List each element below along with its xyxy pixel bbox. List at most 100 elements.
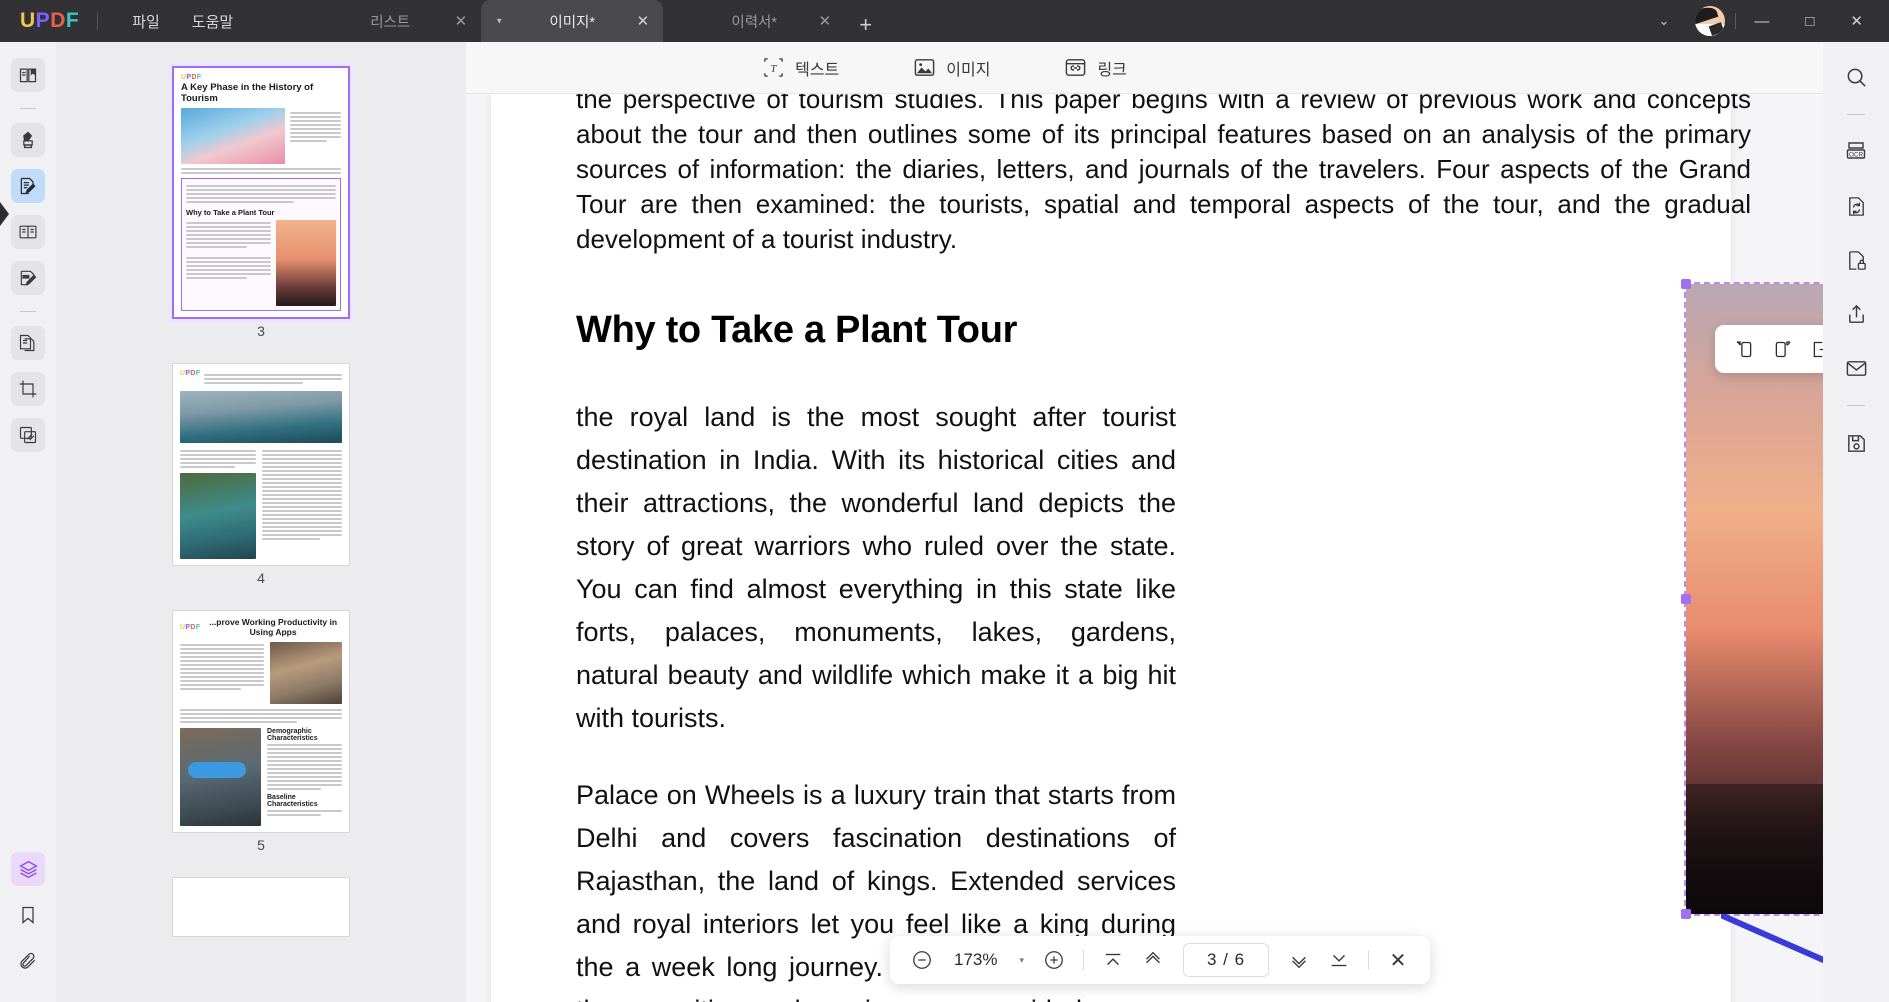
page-organize-icon[interactable] (11, 215, 45, 249)
left-tool-rail (0, 42, 56, 1002)
thumb-logo: UPDF (180, 623, 201, 631)
thumb-subtitle-2: Baseline Characteristics (267, 794, 318, 808)
share-icon[interactable] (1837, 295, 1875, 333)
next-page-button[interactable] (1281, 942, 1317, 978)
bottom-divider (1083, 950, 1085, 970)
image-foreground (1686, 784, 1823, 914)
batch-process-icon[interactable] (11, 418, 45, 452)
protect-icon[interactable] (1837, 241, 1875, 279)
close-navbar-button[interactable]: ✕ (1380, 942, 1416, 978)
close-button[interactable]: ✕ (1832, 2, 1881, 40)
tool-image[interactable]: 이미지 (901, 50, 1002, 86)
tab-list[interactable]: 리스트 ✕ (299, 0, 481, 42)
page-navigation-bar[interactable]: 173% ▾ 3 / 6 ✕ (890, 936, 1431, 984)
app-logo: UPDF (20, 9, 80, 32)
annotate-highlighter-icon[interactable] (11, 123, 45, 157)
thumb-photo-eiffel (276, 220, 336, 306)
tab-close-icon[interactable]: ✕ (637, 12, 650, 30)
right-tool-rail: OCR (1823, 42, 1889, 1002)
bookmark-icon[interactable] (11, 898, 45, 932)
tab-overflow-chevron-icon[interactable]: ⌄ (1642, 5, 1685, 37)
bottom-divider-2 (1368, 950, 1370, 970)
zoom-out-button[interactable] (904, 942, 940, 978)
maximize-button[interactable]: □ (1787, 3, 1832, 40)
thumbnail-page-5[interactable]: UPDF ...prove Working Productivity in Us… (172, 610, 350, 833)
rotate-clockwise-button[interactable] (1765, 332, 1799, 366)
zoom-level-label[interactable]: 173% (944, 950, 1007, 970)
text-column: the royal land is the most sought after … (576, 396, 1176, 1002)
thumbnail-page-3[interactable]: UPDF A Key Phase in the History of Touri… (172, 66, 350, 319)
chevron-down-icon[interactable]: ▼ (495, 17, 503, 26)
thumb-photo-office (270, 642, 342, 704)
extract-image-button[interactable] (1803, 332, 1823, 366)
first-page-button[interactable] (1095, 942, 1131, 978)
thumb-photo-cuba (181, 108, 285, 164)
thumb-logo: UPDF (180, 370, 201, 377)
avatar[interactable] (1695, 6, 1726, 36)
reader-mode-icon[interactable] (11, 58, 45, 92)
crop-page-icon[interactable] (11, 372, 45, 406)
tab-strip: 리스트 ✕ ▼ 이미지* ✕ 이력서* ✕ + (299, 0, 872, 42)
tab-list-label: 리스트 (370, 14, 411, 31)
email-icon[interactable] (1837, 349, 1875, 387)
resize-handle-middle-left[interactable] (1681, 594, 1691, 604)
rail-divider (1847, 114, 1865, 115)
thumbnail-page-4[interactable]: UPDF (172, 363, 350, 566)
zoom-dropdown-chevron-icon[interactable]: ▾ (1011, 955, 1032, 966)
attachment-icon[interactable] (11, 944, 45, 978)
menu-file[interactable]: 파일 (116, 5, 176, 38)
tab-resume[interactable]: 이력서* ✕ (663, 0, 845, 42)
prev-page-button[interactable] (1135, 942, 1171, 978)
intro-paragraph[interactable]: the perspective of tourism studies. This… (576, 94, 1751, 257)
page-thumbnail-panel[interactable]: UPDF A Key Phase in the History of Touri… (56, 42, 466, 1002)
tab-close-icon[interactable]: ✕ (819, 12, 832, 30)
rail-divider-2 (20, 311, 36, 312)
thumb-subtitle: Why to Take a Plant Tour (186, 208, 275, 217)
link-icon (1064, 56, 1087, 79)
convert-icon[interactable] (1837, 187, 1875, 225)
panel-collapse-arrow-icon[interactable] (0, 202, 9, 226)
rotate-counterclockwise-button[interactable] (1727, 332, 1761, 366)
resize-handle-bottom-left[interactable] (1681, 909, 1691, 919)
image-icon (913, 56, 936, 79)
new-tab-button[interactable]: + (859, 12, 872, 38)
zoom-in-button[interactable] (1036, 942, 1072, 978)
thumbnail-page-number: 4 (257, 570, 265, 586)
thumb-title: ...prove Working Productivity in Using A… (209, 617, 338, 637)
body-paragraph-1[interactable]: the royal land is the most sought after … (576, 396, 1176, 740)
minimize-button[interactable]: — (1736, 3, 1787, 40)
image-float-toolbar[interactable]: w 231 h 284 (1715, 325, 1823, 373)
thumb-logo: UPDF (181, 74, 202, 81)
save-icon[interactable] (1837, 424, 1875, 462)
form-fill-icon[interactable] (11, 261, 45, 295)
edit-pdf-icon[interactable] (11, 169, 45, 203)
thumbnail-page-6[interactable] (172, 877, 350, 937)
compare-docs-icon[interactable] (11, 326, 45, 360)
pdf-page[interactable]: the perspective of tourism studies. This… (491, 94, 1823, 1002)
ocr-icon[interactable]: OCR (1837, 133, 1875, 171)
page-indicator[interactable]: 3 / 6 (1183, 943, 1270, 977)
thumbnail-page-number: 3 (257, 323, 265, 339)
thumb-photo-river (180, 473, 257, 559)
tool-link[interactable]: 링크 (1052, 50, 1138, 86)
tab-close-icon[interactable]: ✕ (455, 12, 468, 30)
menu-help[interactable]: 도움말 (176, 5, 249, 38)
logo-divider (97, 12, 99, 30)
tab-image-label: 이미지* (549, 14, 596, 31)
search-icon[interactable] (1837, 58, 1875, 96)
tool-text[interactable]: T 텍스트 (750, 50, 851, 86)
updf-window: UPDF 파일 도움말 리스트 ✕ ▼ 이미지* ✕ 이력서* ✕ + ⌄ — … (0, 0, 1889, 1002)
selected-image[interactable] (1681, 279, 1823, 919)
page-heading[interactable]: Why to Take a Plant Tour (576, 309, 1756, 352)
rail-divider (20, 108, 36, 109)
tab-image[interactable]: ▼ 이미지* ✕ (481, 0, 664, 42)
resize-handle-top-left[interactable] (1681, 279, 1691, 289)
thumbnail-page-number: 5 (257, 837, 265, 853)
layers-icon[interactable] (11, 852, 45, 886)
document-viewer[interactable]: the perspective of tourism studies. This… (466, 94, 1823, 1002)
last-page-button[interactable] (1321, 942, 1357, 978)
text-icon: T (762, 56, 785, 79)
thumb-selected-region: Why to Take a Plant Tour (181, 178, 341, 311)
tab-resume-label: 이력서* (731, 14, 778, 31)
tool-link-label: 링크 (1097, 61, 1127, 79)
